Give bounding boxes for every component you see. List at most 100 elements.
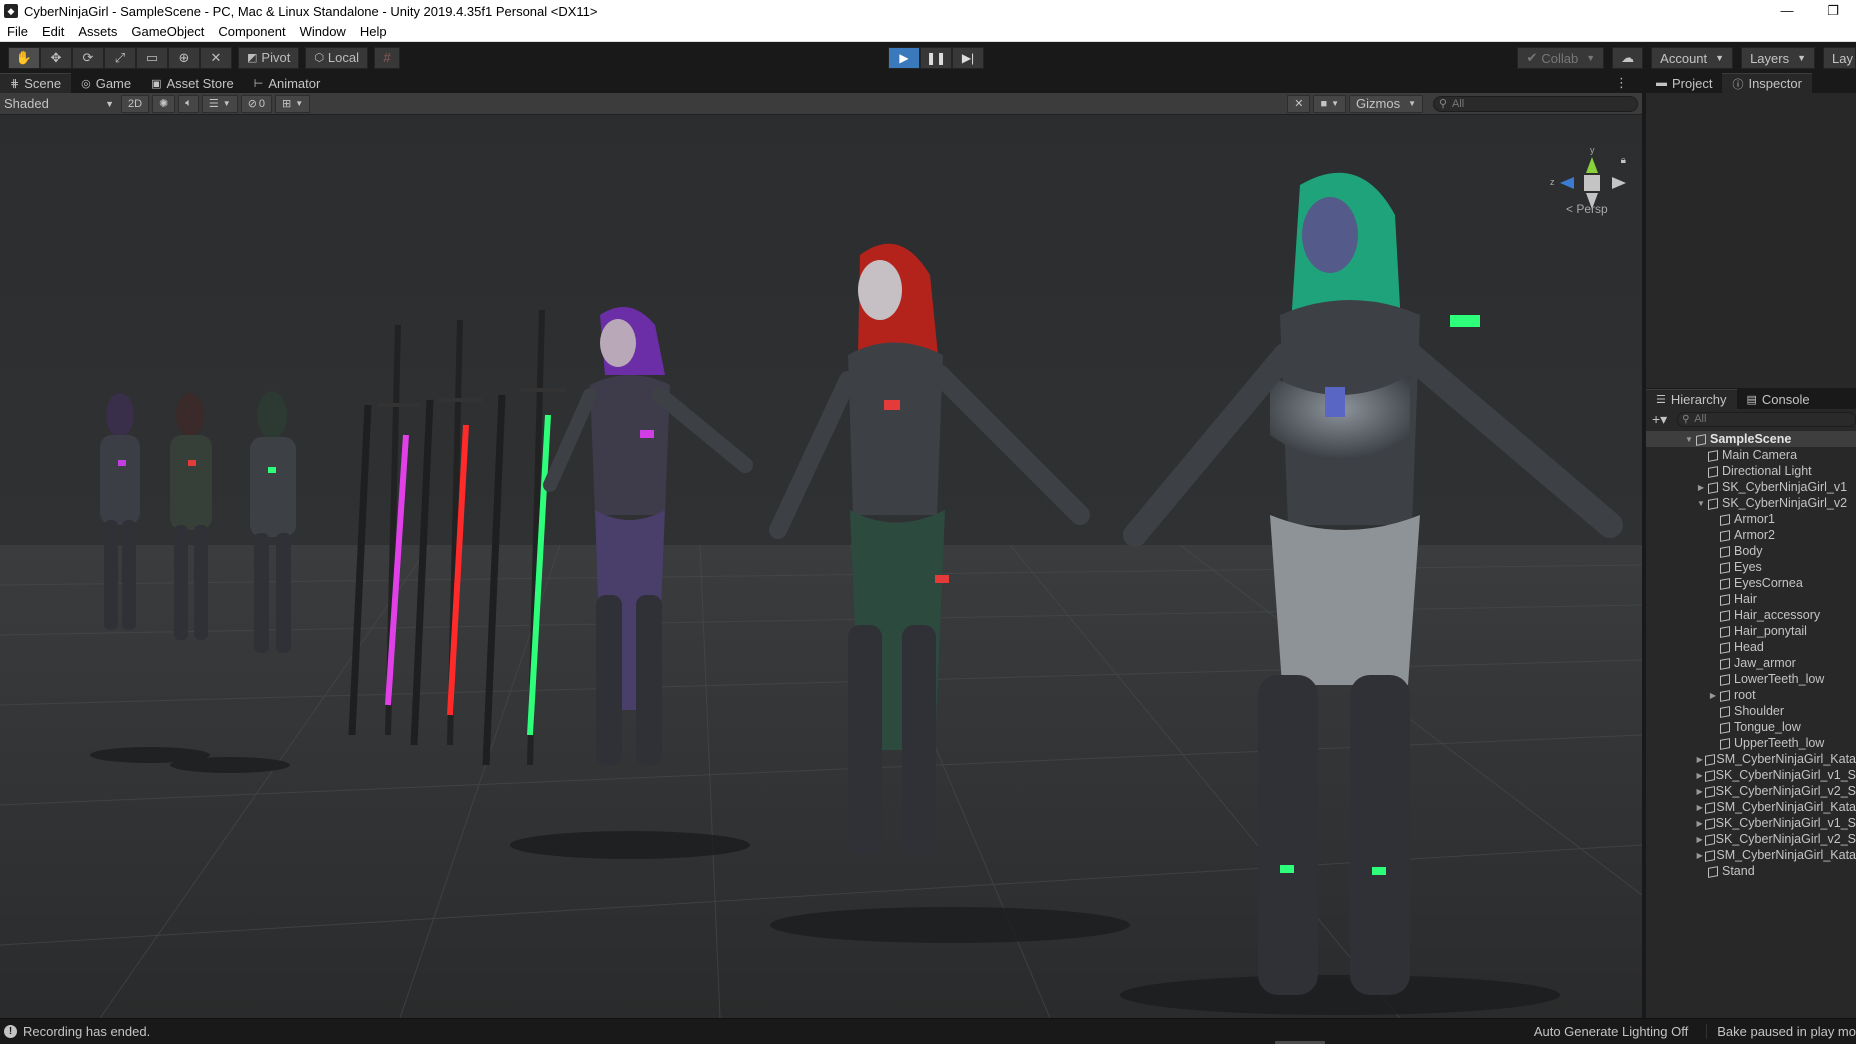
rotate-tool-button[interactable]: ⟳ bbox=[72, 46, 104, 69]
account-dropdown[interactable]: Account ▼ bbox=[1651, 47, 1734, 69]
collapse-arrow-icon[interactable]: ▶ bbox=[1696, 483, 1706, 492]
hierarchy-item[interactable]: Head bbox=[1646, 639, 1856, 655]
grid-dropdown[interactable]: ⊞ ▼ bbox=[275, 94, 311, 113]
hierarchy-search-input[interactable]: All bbox=[1677, 411, 1856, 427]
menu-assets[interactable]: Assets bbox=[71, 24, 124, 39]
hierarchy-item[interactable]: Hair_ponytail bbox=[1646, 623, 1856, 639]
hierarchy-item[interactable]: ▶ SK_CyberNinjaGirl_v1_S bbox=[1646, 767, 1856, 783]
hierarchy-item[interactable]: ▶ SM_CyberNinjaGirl_Kata bbox=[1646, 847, 1856, 863]
scale-tool-button[interactable]: ⤢ bbox=[104, 46, 136, 69]
step-button[interactable]: ▶| bbox=[952, 47, 984, 69]
collapse-arrow-icon[interactable]: ▶ bbox=[1696, 803, 1703, 812]
hierarchy-item[interactable]: Stand bbox=[1646, 863, 1856, 879]
collab-dropdown[interactable]: ✔ Collab ▼ bbox=[1517, 47, 1605, 69]
camera-dropdown[interactable]: ■ ▼ bbox=[1313, 94, 1347, 113]
custom-tool-button[interactable]: ✕ bbox=[200, 46, 232, 69]
cloud-button[interactable]: ☁ bbox=[1612, 47, 1644, 69]
menu-file[interactable]: File bbox=[0, 24, 35, 39]
collapse-arrow-icon[interactable]: ▶ bbox=[1696, 787, 1703, 796]
status-message[interactable]: Recording has ended. bbox=[23, 1024, 150, 1039]
collapse-arrow-icon[interactable]: ▶ bbox=[1696, 755, 1703, 764]
scene-search-input[interactable]: All bbox=[1433, 95, 1638, 112]
pivot-toggle[interactable]: ◩ Pivot bbox=[238, 46, 300, 69]
collapse-arrow-icon[interactable]: ▶ bbox=[1708, 691, 1718, 700]
tools-toggle[interactable]: ✕ bbox=[1287, 94, 1311, 113]
layout-dropdown[interactable]: Lay bbox=[1823, 47, 1856, 69]
hierarchy-item[interactable]: Hair bbox=[1646, 591, 1856, 607]
shading-mode-dropdown[interactable]: Shaded ▼ bbox=[0, 95, 118, 113]
tab-scene[interactable]: ⋕ Scene bbox=[0, 73, 72, 93]
hand-tool-button[interactable]: ✋ bbox=[8, 46, 40, 69]
expand-arrow-icon[interactable]: ▼ bbox=[1684, 435, 1694, 444]
hierarchy-item[interactable]: Eyes bbox=[1646, 559, 1856, 575]
hierarchy-item-label: Directional Light bbox=[1722, 464, 1812, 478]
hierarchy-item[interactable]: ▶ root bbox=[1646, 687, 1856, 703]
tab-project[interactable]: ▬ Project bbox=[1646, 73, 1722, 93]
hierarchy-item[interactable]: ▶ SM_CyberNinjaGirl_Kata bbox=[1646, 751, 1856, 767]
panel-menu-icon[interactable]: ⋮ bbox=[1615, 75, 1642, 91]
collapse-arrow-icon[interactable]: ▶ bbox=[1696, 771, 1703, 780]
hierarchy-item[interactable]: Jaw_armor bbox=[1646, 655, 1856, 671]
local-toggle[interactable]: ⬡ Local bbox=[305, 46, 368, 69]
layers-dropdown[interactable]: Layers ▼ bbox=[1741, 47, 1816, 69]
gizmos-dropdown[interactable]: Gizmos ▼ bbox=[1349, 94, 1423, 113]
hierarchy-item[interactable]: Directional Light bbox=[1646, 463, 1856, 479]
rect-tool-button[interactable]: ▭ bbox=[136, 46, 168, 69]
lighting-toggle[interactable]: ✺ bbox=[152, 94, 176, 113]
transform-tool-button[interactable]: ⊕ bbox=[168, 46, 200, 69]
maximize-button[interactable]: ❐ bbox=[1810, 0, 1856, 22]
2d-toggle[interactable]: 2D bbox=[121, 94, 150, 113]
hierarchy-item[interactable]: ▶ SM_CyberNinjaGirl_Kata bbox=[1646, 799, 1856, 815]
lighting-status[interactable]: Auto Generate Lighting Off bbox=[1534, 1024, 1688, 1039]
effects-dropdown[interactable]: ☰ ▼ bbox=[201, 94, 238, 113]
collapse-arrow-icon[interactable]: ▶ bbox=[1696, 835, 1703, 844]
tab-game[interactable]: ◎ Game bbox=[71, 73, 141, 93]
hierarchy-item[interactable]: ▶ SK_CyberNinjaGirl_v1 bbox=[1646, 479, 1856, 495]
hierarchy-item[interactable]: Main Camera bbox=[1646, 447, 1856, 463]
hierarchy-item[interactable]: ▶ SK_CyberNinjaGirl_v1_S bbox=[1646, 815, 1856, 831]
tab-asset-store[interactable]: ▣ Asset Store bbox=[141, 73, 244, 93]
lock-icon[interactable]: 🔒︎ bbox=[1621, 155, 1626, 166]
hierarchy-scene-root[interactable]: ▼ SampleScene bbox=[1646, 431, 1856, 447]
hierarchy-item[interactable]: Armor2 bbox=[1646, 527, 1856, 543]
expand-arrow-icon[interactable]: ▼ bbox=[1696, 499, 1706, 508]
menu-gameobject[interactable]: GameObject bbox=[124, 24, 211, 39]
menu-component[interactable]: Component bbox=[211, 24, 292, 39]
minimize-button[interactable]: — bbox=[1764, 0, 1810, 22]
hierarchy-item[interactable]: ▶ SK_CyberNinjaGirl_v2_S bbox=[1646, 831, 1856, 847]
scene-viewport[interactable]: y z 🔒︎ < Persp bbox=[0, 115, 1642, 1018]
audio-toggle[interactable]: 🔈︎ bbox=[178, 94, 199, 113]
gameobject-cube-icon bbox=[1718, 625, 1730, 637]
hierarchy-item[interactable]: EyesCornea bbox=[1646, 575, 1856, 591]
info-icon: ! bbox=[4, 1025, 17, 1038]
menu-edit[interactable]: Edit bbox=[35, 24, 71, 39]
tab-animator[interactable]: ⊢ Animator bbox=[244, 73, 331, 93]
tab-inspector[interactable]: ⓘ Inspector bbox=[1722, 73, 1812, 93]
hierarchy-item[interactable]: Armor1 bbox=[1646, 511, 1856, 527]
hierarchy-item[interactable]: UpperTeeth_low bbox=[1646, 735, 1856, 751]
projection-label[interactable]: < Persp bbox=[1566, 202, 1608, 216]
hierarchy-item[interactable]: Tongue_low bbox=[1646, 719, 1856, 735]
tab-hierarchy[interactable]: ☰ Hierarchy bbox=[1646, 389, 1737, 409]
orientation-gizmo[interactable]: y z 🔒︎ bbox=[1540, 143, 1640, 233]
bake-status[interactable]: Bake paused in play mo bbox=[1706, 1024, 1856, 1039]
collapse-arrow-icon[interactable]: ▶ bbox=[1696, 851, 1703, 860]
collapse-arrow-icon[interactable]: ▶ bbox=[1696, 819, 1703, 828]
hierarchy-item[interactable]: Hair_accessory bbox=[1646, 607, 1856, 623]
hierarchy-item[interactable]: ▼ SK_CyberNinjaGirl_v2 bbox=[1646, 495, 1856, 511]
play-button[interactable]: ▶ bbox=[888, 47, 920, 69]
move-tool-button[interactable]: ✥ bbox=[40, 46, 72, 69]
hierarchy-item[interactable]: ▶ SK_CyberNinjaGirl_v2_S bbox=[1646, 783, 1856, 799]
tab-console-label: Console bbox=[1761, 391, 1810, 407]
tab-console[interactable]: ▤ Console bbox=[1737, 389, 1820, 409]
menu-window[interactable]: Window bbox=[293, 24, 353, 39]
hierarchy-item[interactable]: Body bbox=[1646, 543, 1856, 559]
hierarchy-item[interactable]: LowerTeeth_low bbox=[1646, 671, 1856, 687]
pause-button[interactable]: ❚❚ bbox=[920, 47, 952, 69]
hidden-objects-toggle[interactable]: ⊘ 0 bbox=[240, 94, 273, 113]
grid-snap-button[interactable]: # bbox=[374, 46, 400, 69]
add-object-button[interactable]: +▾ bbox=[1652, 411, 1667, 428]
menu-help[interactable]: Help bbox=[353, 24, 394, 39]
hierarchy-item-label: Tongue_low bbox=[1734, 720, 1801, 734]
hierarchy-item[interactable]: Shoulder bbox=[1646, 703, 1856, 719]
